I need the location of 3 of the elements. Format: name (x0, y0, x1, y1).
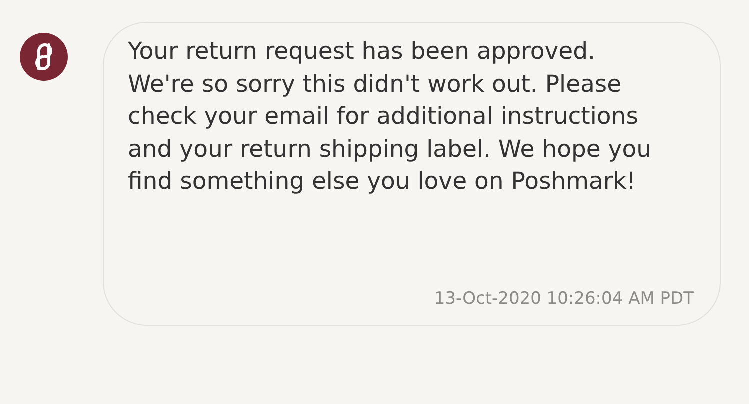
avatar-icon (20, 33, 68, 81)
message-text: Your return request has been approved. We're so sorry this didn't work out. Please check your email for additional instructions and your return shipping label. We hope you find something else you love on Poshmark! (128, 36, 652, 197)
message-timestamp: 13-Oct-2020 10:26:04 AM PDT (434, 289, 694, 309)
